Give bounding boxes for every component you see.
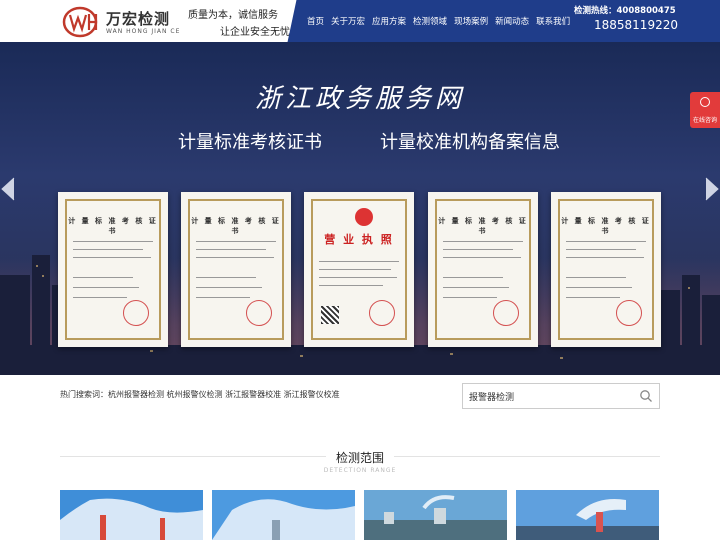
prev-slide-arrow-icon[interactable]: [0, 176, 16, 202]
license-title: 营 业 执 照: [324, 233, 394, 246]
search-icon[interactable]: [639, 389, 653, 403]
hero-banner: 浙江政务服务网 计量标准考核证书 计量校准机构备案信息 计 量 标 准 考 核 …: [0, 42, 720, 375]
nav-contact[interactable]: 联系我们: [536, 15, 570, 27]
cert-title: 计 量 标 准 考 核 证 书: [561, 217, 651, 235]
nav-about[interactable]: 关于万宏: [331, 15, 365, 27]
logo-mark-icon: [62, 6, 98, 38]
search-box: [462, 383, 660, 409]
search-bar: 热门搜索词：杭州报警器检测 杭州报警仪检测 浙江报警器校准 浙江报警仪校准: [0, 375, 720, 417]
range-card-image[interactable]: [60, 490, 203, 540]
main-nav: 首页 关于万宏 应用方案 检测领域 现场案例 新闻动态 联系我们: [300, 0, 570, 42]
cert-title: 计 量 标 准 考 核 证 书: [68, 217, 158, 235]
next-slide-arrow-icon[interactable]: [704, 176, 720, 202]
chat-icon: [700, 97, 710, 107]
certificate-image: 计 量 标 准 考 核 证 书: [551, 192, 661, 347]
range-card-image[interactable]: [516, 490, 659, 540]
site-header: 万宏检测 WAN HONG JIAN CE 质量为本，诚信服务 让企业安全无忧 …: [0, 0, 720, 42]
nav-home[interactable]: 首页: [307, 15, 324, 27]
online-consult-label: 在线咨询: [692, 117, 717, 124]
certificate-image: 计 量 标 准 考 核 证 书: [58, 192, 168, 347]
online-consult-button[interactable]: 在线咨询: [690, 92, 720, 128]
seal-icon: [616, 300, 642, 326]
hot-word-link[interactable]: 杭州报警器检测: [108, 390, 164, 399]
range-card-image[interactable]: [364, 490, 507, 540]
logo-subtext: WAN HONG JIAN CE: [106, 28, 181, 35]
nav-fields[interactable]: 检测领域: [413, 15, 447, 27]
nav-solutions[interactable]: 应用方案: [372, 15, 406, 27]
hot-word-link[interactable]: 浙江报警器校准: [225, 390, 281, 399]
seal-icon: [123, 300, 149, 326]
section-subtitle: DETECTION RANGE: [323, 467, 397, 474]
range-card-image[interactable]: [212, 490, 355, 540]
slogan-line-1: 质量为本，诚信服务: [188, 10, 278, 21]
qr-code-icon: [321, 306, 339, 324]
nav-news[interactable]: 新闻动态: [495, 15, 529, 27]
section-title: 检测范围: [335, 451, 384, 465]
logo-text: 万宏检测: [106, 10, 171, 28]
hot-word-link[interactable]: 杭州报警仪检测: [167, 390, 223, 399]
hot-word-link[interactable]: 浙江报警仪校准: [284, 390, 340, 399]
certificate-image: 计 量 标 准 考 核 证 书: [428, 192, 538, 347]
hot-search-label: 热门搜索词：: [60, 390, 108, 399]
certificate-image: 计 量 标 准 考 核 证 书: [181, 192, 291, 347]
hotline-label: 检测热线：4008800475: [574, 6, 676, 16]
hotline-phone[interactable]: 18858119220: [594, 18, 678, 32]
seal-icon: [369, 300, 395, 326]
seal-icon: [493, 300, 519, 326]
business-license-image: 营 业 执 照: [304, 192, 414, 347]
slogan-line-2: 让企业安全无忧: [220, 27, 290, 38]
cert-title: 计 量 标 准 考 核 证 书: [438, 217, 528, 235]
seal-icon: [246, 300, 272, 326]
search-input[interactable]: [469, 389, 629, 404]
logo[interactable]: 万宏检测 WAN HONG JIAN CE: [62, 6, 182, 38]
banner-title: 浙江政务服务网: [254, 84, 465, 114]
hot-search-words: 热门搜索词：杭州报警器检测 杭州报警仪检测 浙江报警器校准 浙江报警仪校准: [60, 389, 340, 400]
banner-subtitle-left: 计量标准考核证书: [178, 132, 322, 153]
national-emblem-icon: [355, 208, 373, 226]
banner-subtitle-right: 计量校准机构备案信息: [380, 132, 560, 153]
cert-title: 计 量 标 准 考 核 证 书: [191, 217, 281, 235]
nav-cases[interactable]: 现场案例: [454, 15, 488, 27]
